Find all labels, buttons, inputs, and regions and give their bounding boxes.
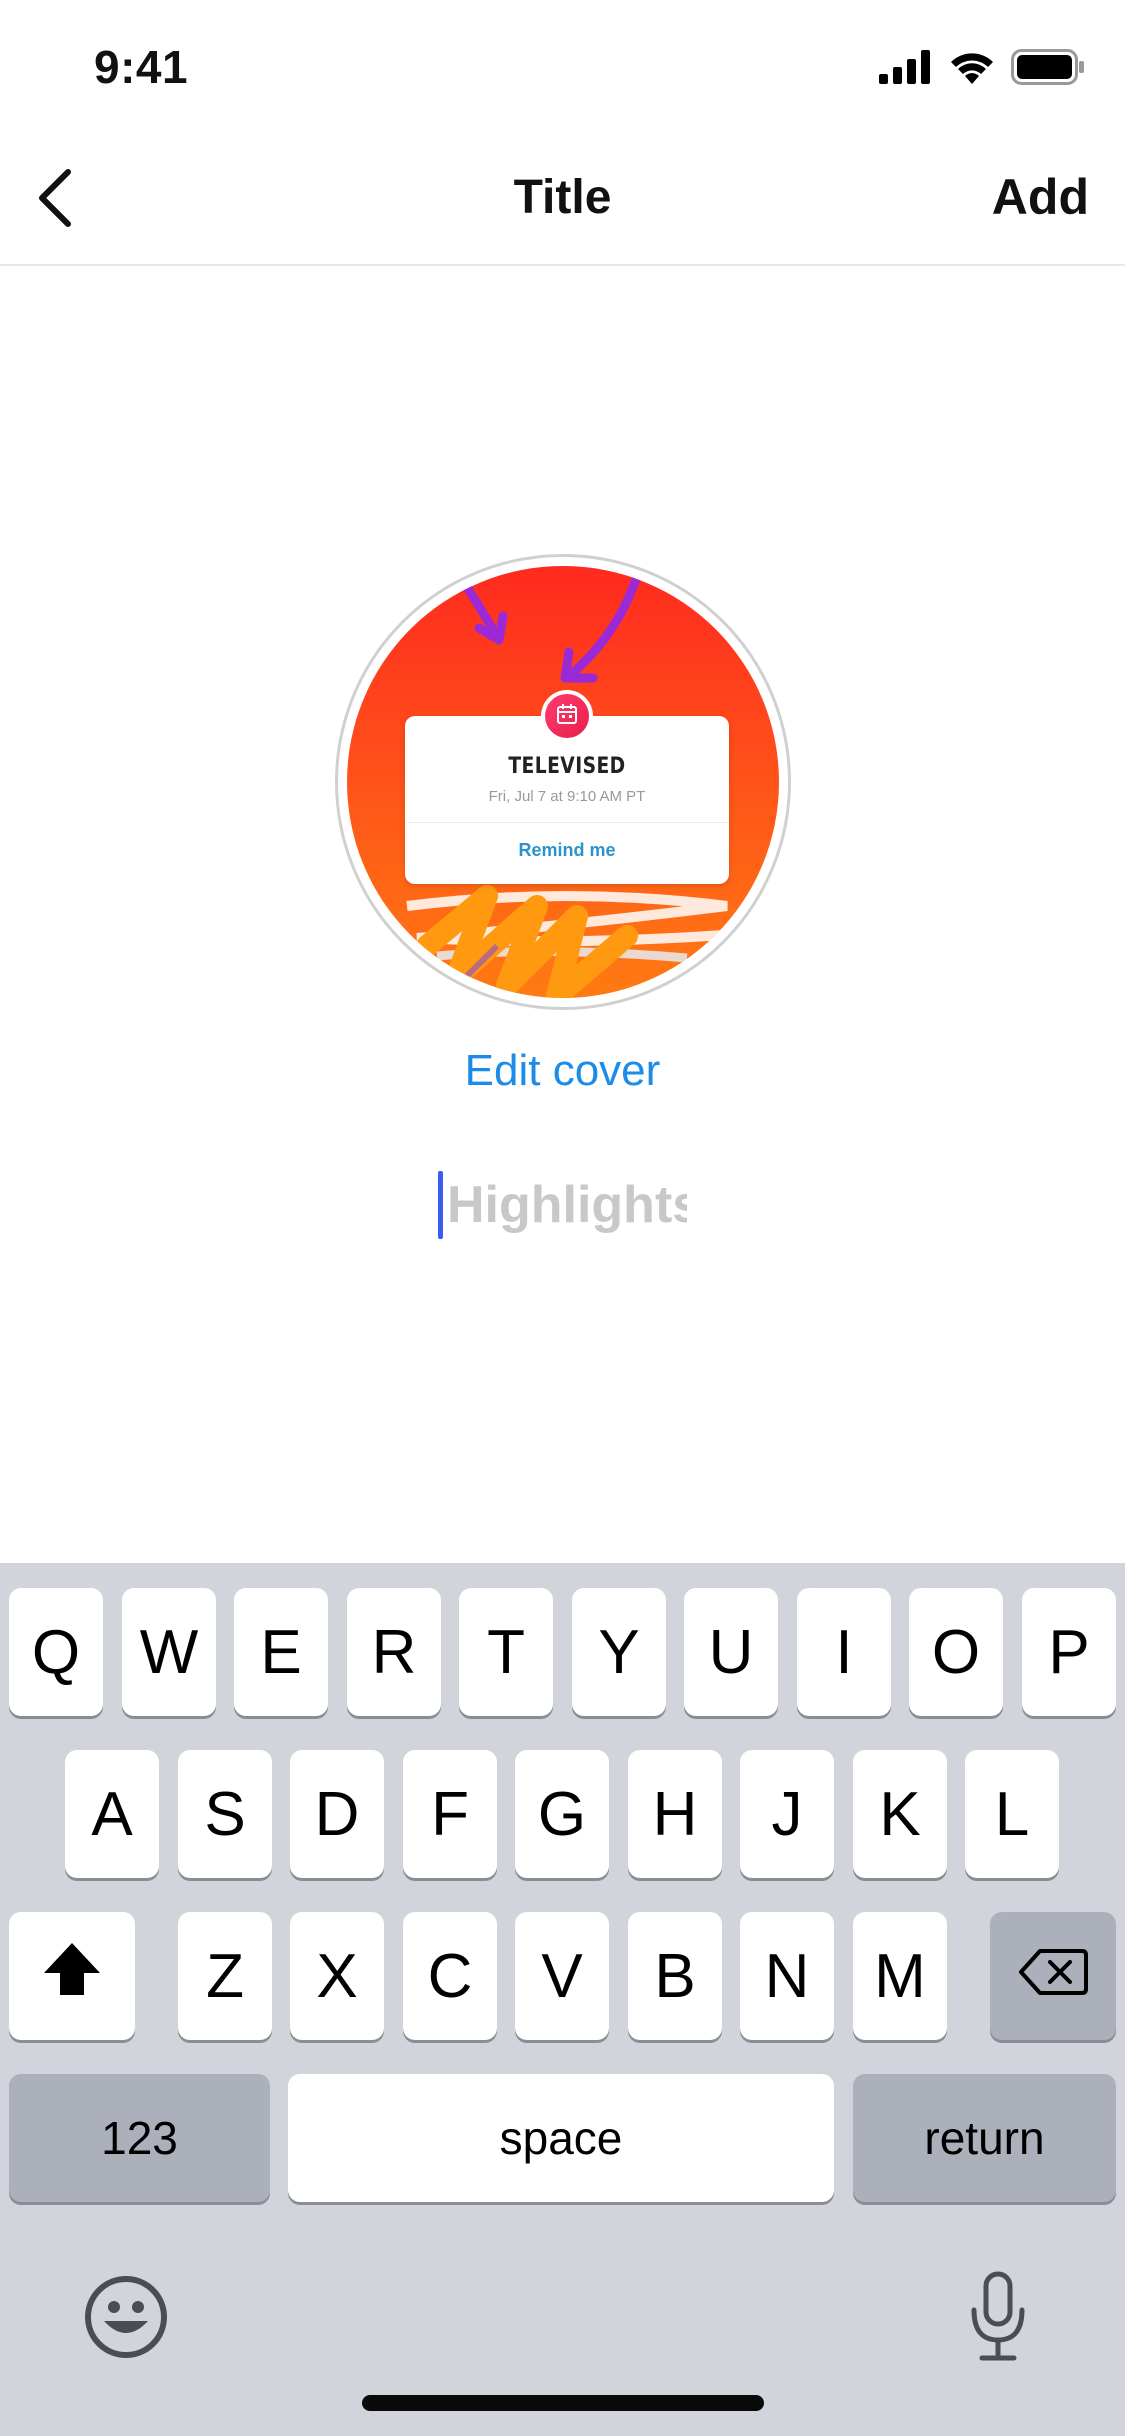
battery-icon [1011, 48, 1085, 90]
card-subtitle: Fri, Jul 7 at 9:10 AM PT [488, 788, 646, 805]
space-key[interactable]: space [288, 2074, 834, 2202]
emoji-button[interactable] [80, 2273, 172, 2365]
key-b[interactable]: B [628, 1912, 722, 2040]
key-q[interactable]: Q [9, 1588, 103, 1716]
add-button[interactable]: Add [992, 168, 1089, 226]
backspace-icon [1018, 1941, 1088, 2012]
key-c[interactable]: C [403, 1912, 497, 2040]
home-indicator [362, 2395, 764, 2411]
delete-key[interactable] [990, 1912, 1116, 2040]
story-reminder-card: TELEVISED Fri, Jul 7 at 9:10 AM PT Remin… [405, 690, 729, 884]
key-n[interactable]: N [740, 1912, 834, 2040]
shift-arrow-icon [40, 1939, 104, 2014]
key-g[interactable]: G [515, 1750, 609, 1878]
text-caret [438, 1171, 443, 1239]
remind-me-label: Remind me [518, 840, 616, 860]
status-icons [879, 48, 1085, 90]
highlight-cover[interactable]: TELEVISED Fri, Jul 7 at 9:10 AM PT Remin… [335, 554, 791, 1010]
microphone-icon [966, 2270, 1030, 2367]
edit-cover-button[interactable]: Edit cover [0, 1046, 1125, 1096]
numbers-key[interactable]: 123 [9, 2074, 270, 2202]
key-p[interactable]: P [1022, 1588, 1116, 1716]
status-bar: 9:41 [0, 0, 1125, 132]
keyboard: Q W E R T Y U I O P A S D F G H J K L Z … [0, 1563, 1125, 2436]
key-j[interactable]: J [740, 1750, 834, 1878]
card-divider [405, 822, 729, 823]
key-d[interactable]: D [290, 1750, 384, 1878]
return-key[interactable]: return [853, 2074, 1116, 2202]
key-h[interactable]: H [628, 1750, 722, 1878]
key-u[interactable]: U [684, 1588, 778, 1716]
cellular-signal-icon [879, 49, 933, 89]
key-f[interactable]: F [403, 1750, 497, 1878]
key-o[interactable]: O [909, 1588, 1003, 1716]
highlight-title-input[interactable] [447, 1175, 687, 1235]
status-time: 9:41 [94, 41, 189, 93]
key-i[interactable]: I [797, 1588, 891, 1716]
key-l[interactable]: L [965, 1750, 1059, 1878]
key-y[interactable]: Y [572, 1588, 666, 1716]
key-v[interactable]: V [515, 1912, 609, 2040]
key-x[interactable]: X [290, 1912, 384, 2040]
key-w[interactable]: W [122, 1588, 216, 1716]
calendar-icon [555, 702, 579, 731]
calendar-badge [541, 690, 593, 742]
emoji-icon [84, 2275, 168, 2364]
key-k[interactable]: K [853, 1750, 947, 1878]
key-e[interactable]: E [234, 1588, 328, 1716]
key-m[interactable]: M [853, 1912, 947, 2040]
key-a[interactable]: A [65, 1750, 159, 1878]
dictation-button[interactable] [952, 2263, 1044, 2373]
shift-key[interactable] [9, 1912, 135, 2040]
nav-bar: Title Add [0, 132, 1125, 266]
cover-image: TELEVISED Fri, Jul 7 at 9:10 AM PT Remin… [347, 566, 779, 998]
key-r[interactable]: R [347, 1588, 441, 1716]
key-s[interactable]: S [178, 1750, 272, 1878]
key-z[interactable]: Z [178, 1912, 272, 2040]
card-title: TELEVISED [508, 754, 626, 779]
highlight-title-field[interactable] [0, 1170, 1125, 1240]
key-t[interactable]: T [459, 1588, 553, 1716]
page-title: Title [513, 171, 612, 224]
wifi-icon [949, 50, 995, 89]
